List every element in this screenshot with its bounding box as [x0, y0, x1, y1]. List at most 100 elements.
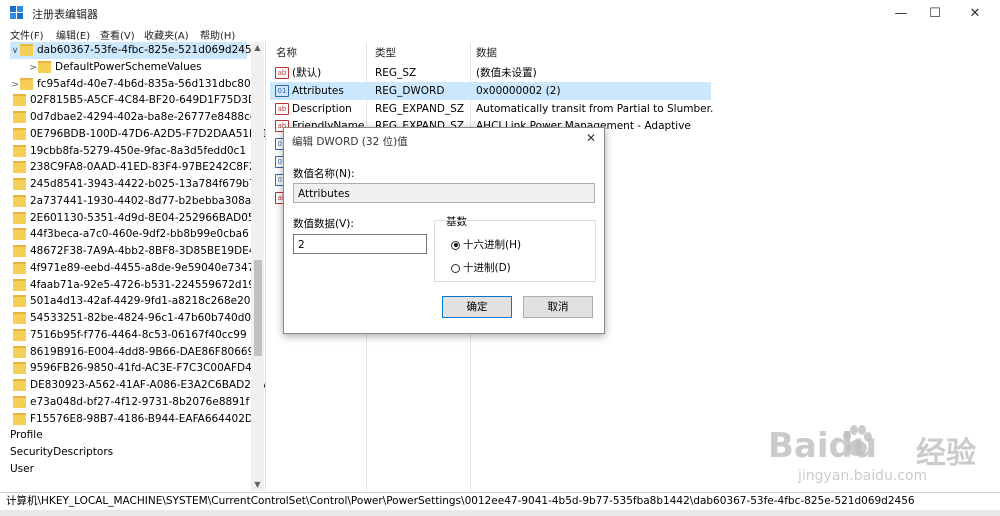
tree-item[interactable]: 54533251-82be-4824-96c1-47b60b740d00: [13, 310, 258, 327]
tree-item[interactable]: DE830923-A562-41AF-A086-E3A2C6BAD2DA: [13, 377, 266, 394]
folder-icon: [13, 127, 26, 140]
tree-item-label: 48672F38-7A9A-4bb2-8BF8-3D85BE19DE4E: [30, 245, 263, 257]
value-data: Automatically transit from Partial to Sl…: [476, 102, 714, 115]
folder-icon: [13, 144, 26, 157]
scroll-up-icon[interactable]: ▲: [251, 42, 264, 54]
header-data[interactable]: 数据: [476, 44, 497, 62]
chevron-down-icon[interactable]: ∨: [10, 43, 20, 60]
tree-item[interactable]: F15576E8-98B7-4186-B944-EAFA664402D9: [13, 411, 260, 428]
folder-icon: [13, 395, 26, 408]
menu-file[interactable]: 文件(F): [10, 27, 44, 42]
value-row[interactable]: ab Description REG_EXPAND_SZ Automatically …: [270, 100, 714, 118]
watermark-cn: 经验: [916, 436, 976, 471]
value-data: (数值未设置): [476, 67, 537, 79]
folder-icon: [13, 261, 26, 274]
tree-item[interactable]: 7516b95f-f776-4464-8c53-06167f40cc99: [13, 327, 247, 344]
window-title: 注册表编辑器: [32, 8, 98, 21]
tree-item[interactable]: e73a048d-bf27-4f12-9731-8b2076e8891f: [13, 394, 249, 411]
value-row[interactable]: ab (默认) REG_SZ (数值未设置): [270, 64, 710, 82]
cancel-button[interactable]: 取消: [523, 296, 593, 318]
header-name[interactable]: 名称: [276, 44, 297, 62]
tree-item[interactable]: > fc95af4d-40e7-4b6d-835a-56d131dbc80e: [10, 76, 257, 93]
radio-selected-icon: [451, 240, 460, 250]
tree-item-label: DefaultPowerSchemeValues: [55, 60, 202, 73]
tree-item-label: 2a737441-1930-4402-8d77-b2bebba308a3: [30, 194, 258, 207]
close-button[interactable]: ✕: [958, 0, 992, 26]
folder-icon: [13, 379, 26, 391]
radio-hex-label: 十六进制(H): [463, 239, 522, 251]
tree-item[interactable]: Profile: [10, 427, 43, 444]
tree-item[interactable]: 19cbb8fa-5279-450e-9fac-8a3d5fedd0c1: [13, 143, 246, 160]
value-type: REG_DWORD: [375, 84, 445, 97]
tree-item[interactable]: 9596FB26-9850-41fd-AC3E-F7C3C00AFD4B: [13, 360, 259, 377]
radio-hex[interactable]: 十六进制(H): [451, 237, 521, 252]
dialog-title: 编辑 DWORD (32 位)值: [292, 136, 408, 148]
tree-item[interactable]: SecurityDescriptors: [10, 444, 113, 461]
scrollbar-thumb[interactable]: [254, 260, 262, 356]
value-data: 0x00000002 (2): [476, 84, 561, 97]
key-tree[interactable]: User SecurityDescriptors Profile F15576E8-9…: [0, 42, 266, 491]
edit-dword-dialog: 编辑 DWORD (32 位)值 ✕ 数值名称(N): Attributes 数…: [283, 127, 605, 334]
value-name: Attributes: [292, 84, 344, 97]
scroll-down-icon[interactable]: ▼: [251, 479, 264, 491]
window-bottom-edge: [0, 510, 1000, 516]
menu-edit[interactable]: 编辑(E): [56, 27, 90, 42]
folder-icon: [13, 94, 26, 107]
menu-bar: 文件(F) 编辑(E) 查看(V) 收藏夹(A) 帮助(H): [0, 26, 1000, 42]
tree-item[interactable]: 2a737441-1930-4402-8d77-b2bebba308a3: [13, 193, 258, 210]
tree-item[interactable]: 44f3beca-a7c0-460e-9df2-bb8b99e0cba6: [13, 226, 249, 243]
folder-icon: [13, 111, 26, 123]
folder-icon: [13, 245, 26, 257]
dialog-close-icon[interactable]: ✕: [586, 131, 596, 145]
value-name-field[interactable]: Attributes: [293, 183, 595, 203]
value-name: Description: [292, 102, 352, 115]
ok-button[interactable]: 确定: [442, 296, 512, 318]
tree-scrollbar[interactable]: ▲ ▼: [251, 42, 264, 491]
tree-item-label: 0E796BDB-100D-47D6-A2D5-F7D2DAA51F51: [30, 127, 266, 140]
value-type: REG_EXPAND_SZ: [375, 102, 465, 115]
menu-help[interactable]: 帮助(H): [200, 27, 235, 42]
tree-item[interactable]: 02F815B5-A5CF-4C84-BF20-649D1F75D3D8: [13, 92, 263, 109]
status-bar: 计算机\HKEY_LOCAL_MACHINE\SYSTEM\CurrentCon…: [0, 492, 1000, 511]
tree-item[interactable]: 48672F38-7A9A-4bb2-8BF8-3D85BE19DE4E: [13, 243, 262, 260]
value-row[interactable]: 01 Attributes REG_DWORD 0x00000002 (2): [270, 81, 711, 100]
minimize-button[interactable]: —: [884, 0, 918, 26]
tree-item[interactable]: 245d8541-3943-4422-b025-13a784f679b7: [13, 176, 256, 193]
tree-item-label: SecurityDescriptors: [10, 446, 114, 458]
string-value-icon: ab: [275, 102, 289, 115]
tree-item[interactable]: 238C9FA8-0AAD-41ED-83F4-97BE242C8F20: [13, 159, 262, 176]
title-bar[interactable]: 注册表编辑器 — ☐ ✕: [0, 0, 1000, 26]
tree-item-label: DE830923-A562-41AF-A086-E3A2C6BAD2DA: [30, 379, 266, 391]
tree-item[interactable]: ∨ dab60367-53fe-4fbc-825e-521d069d2456: [10, 42, 258, 60]
maximize-button[interactable]: ☐: [918, 0, 952, 26]
tree-item[interactable]: > DefaultPowerSchemeValues: [28, 59, 202, 76]
folder-icon: [13, 412, 26, 425]
tree-item[interactable]: 4faab71a-92e5-4726-b531-224559672d19: [13, 277, 255, 294]
tree-item-label: Profile: [10, 429, 43, 442]
tree-item[interactable]: 8619B916-E004-4dd8-9B66-DAE86F806698: [13, 344, 261, 361]
tree-item[interactable]: 4f971e89-eebd-4455-a8de-9e59040e7347: [13, 260, 254, 277]
baidu-watermark: Baidu 经验 jingyan.baidu.com: [768, 412, 993, 492]
tree-item[interactable]: 0d7dbae2-4294-402a-ba8e-26777e8488cd: [13, 109, 257, 126]
menu-view[interactable]: 查看(V): [100, 27, 135, 42]
tree-item-label: 501a4d13-42af-4429-9fd1-a8218c268e20: [30, 295, 251, 308]
folder-icon: [13, 345, 26, 358]
folder-icon: [13, 295, 26, 308]
value-data-input[interactable]: 2: [293, 234, 427, 254]
header-type[interactable]: 类型: [375, 44, 396, 62]
menu-favorites[interactable]: 收藏夹(A): [144, 27, 189, 42]
tree-item[interactable]: 501a4d13-42af-4429-9fd1-a8218c268e20: [13, 293, 251, 310]
status-path: 计算机\HKEY_LOCAL_MACHINE\SYSTEM\CurrentCon…: [6, 495, 915, 507]
chevron-right-icon[interactable]: >: [28, 60, 38, 77]
tree-item-label: F15576E8-98B7-4186-B944-EAFA664402D9: [30, 412, 260, 425]
tree-item-label: 7516b95f-f776-4464-8c53-06167f40cc99: [30, 328, 247, 341]
folder-icon: [13, 178, 26, 190]
radio-decimal[interactable]: 十进制(D): [451, 260, 511, 275]
tree-item[interactable]: User: [10, 461, 34, 478]
value-name-cell: ab (默认): [275, 64, 321, 82]
value-name-cell: 01 Attributes: [275, 82, 344, 100]
tree-item-label: User: [10, 462, 34, 475]
tree-item[interactable]: 0E796BDB-100D-47D6-A2D5-F7D2DAA51F51: [13, 126, 266, 143]
chevron-right-icon[interactable]: >: [10, 77, 20, 94]
tree-item[interactable]: 2E601130-5351-4d9d-8E04-252966BAD054: [13, 210, 261, 227]
